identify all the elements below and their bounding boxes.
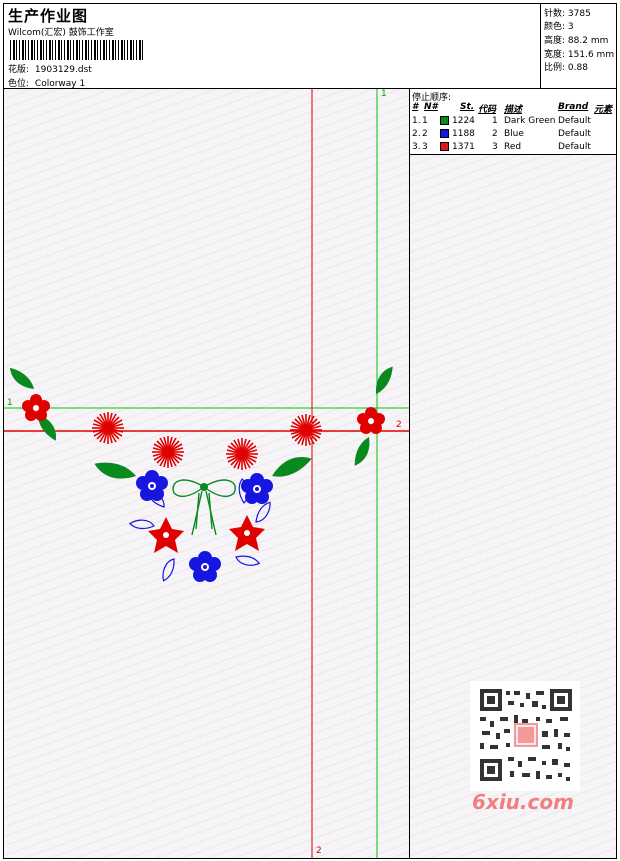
stat-height: 高度: 88.2 mm bbox=[544, 36, 609, 46]
company-name: Wilcom(汇宏) 鼓饰工作室 bbox=[8, 28, 114, 38]
stat-colors: 颜色: 3 bbox=[544, 22, 574, 32]
green-h-label: 1 bbox=[7, 398, 13, 408]
col-st: St. bbox=[460, 102, 475, 112]
stat-width: 宽度: 151.6 mm bbox=[544, 50, 615, 60]
col-code: 代码 bbox=[478, 105, 497, 115]
color-swatch bbox=[440, 116, 449, 125]
col-element: 元素 bbox=[594, 105, 613, 115]
header: 生产作业图 Wilcom(汇宏) 鼓饰工作室 花版: 1903129.dst 色… bbox=[4, 4, 540, 89]
col-desc: 描述 bbox=[504, 105, 523, 115]
barcode bbox=[10, 40, 144, 60]
col-hash: # bbox=[412, 102, 419, 112]
embroidery-preview bbox=[4, 89, 409, 858]
design-row: 花版: 1903129.dst bbox=[8, 62, 92, 75]
design-value: 1903129.dst bbox=[34, 65, 92, 75]
stat-scale: 比例: 0.88 bbox=[544, 63, 588, 73]
watermark: 6xiu.com bbox=[472, 790, 574, 814]
table-row: 2. 2 1188 2 Blue Default bbox=[412, 129, 591, 139]
qr-code-graphic bbox=[478, 687, 574, 783]
design-canvas: 1 1 2 2 bbox=[4, 89, 409, 858]
stop-sequence-table: 停止顺序: # N# St. 代码 描述 Brand 元素 1. 1 1224 … bbox=[410, 89, 616, 155]
table-row: 1. 1 1224 1 Dark Green Default bbox=[412, 116, 591, 126]
col-n: N# bbox=[424, 102, 438, 112]
red-h-label: 2 bbox=[396, 420, 402, 430]
stats-panel: 针数: 3785 颜色: 3 高度: 88.2 mm 宽度: 151.6 mm … bbox=[540, 4, 617, 88]
page-title: 生产作业图 bbox=[8, 7, 89, 25]
col-brand: Brand bbox=[558, 102, 589, 112]
red-v-label: 2 bbox=[316, 846, 322, 856]
table-row: 3. 3 1371 3 Red Default bbox=[412, 142, 591, 152]
design-label: 花版: bbox=[8, 65, 30, 75]
green-v-label: 1 bbox=[381, 89, 387, 99]
color-swatch bbox=[440, 142, 449, 151]
color-swatch bbox=[440, 129, 449, 138]
stat-stitches: 针数: 3785 bbox=[544, 9, 591, 19]
qr-code bbox=[470, 681, 580, 791]
